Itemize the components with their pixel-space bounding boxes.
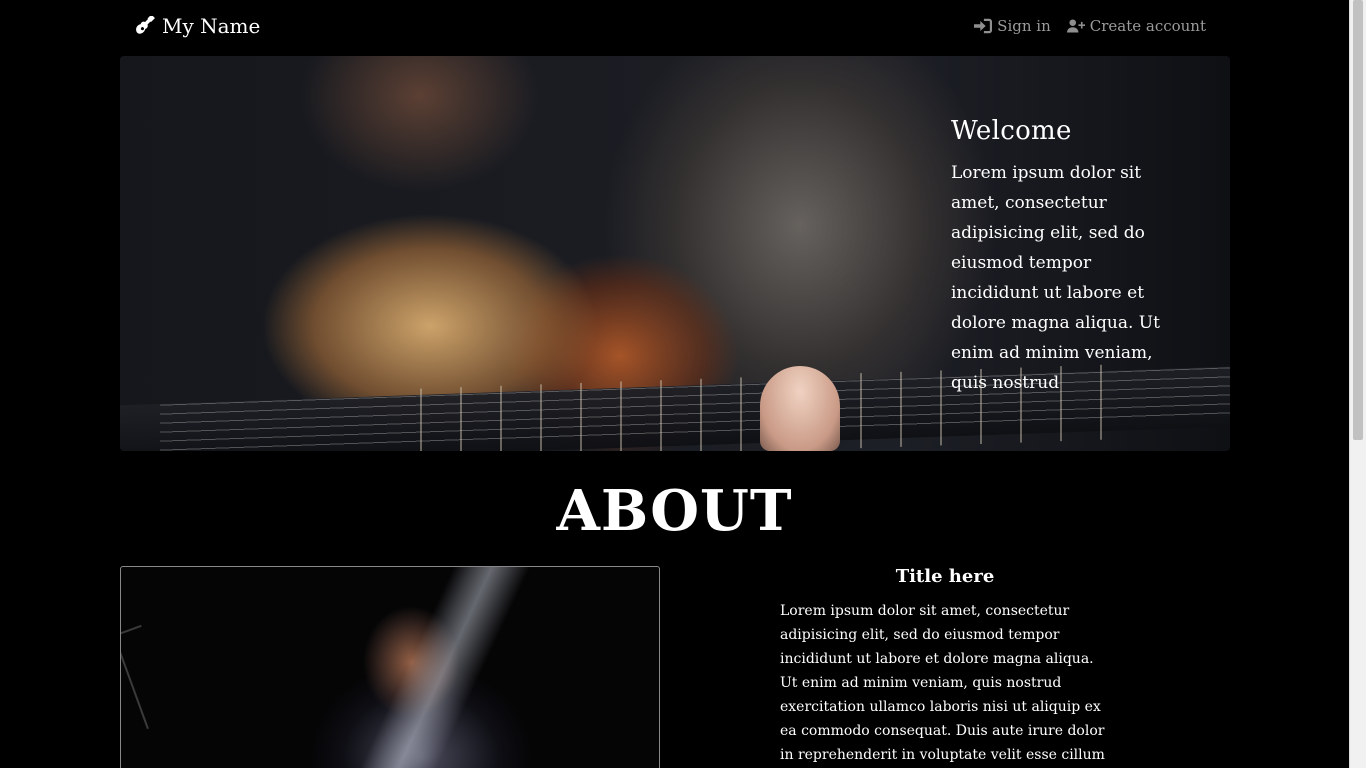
hero-banner: Welcome Lorem ipsum dolor sit amet, cons… xyxy=(120,56,1230,451)
sign-in-label: Sign in xyxy=(997,17,1051,35)
about-text-block: Title here Lorem ipsum dolor sit amet, c… xyxy=(780,566,1110,768)
hero-caption: Welcome Lorem ipsum dolor sit amet, cons… xyxy=(951,116,1181,398)
about-body: Lorem ipsum dolor sit amet, consectetur … xyxy=(780,603,1105,763)
scrollbar-thumb[interactable] xyxy=(1353,0,1363,440)
about-heading: ABOUT xyxy=(556,478,793,544)
about-photo-mic-stand xyxy=(121,624,176,730)
hero-title: Welcome xyxy=(951,116,1072,146)
about-photo xyxy=(120,566,660,768)
nav-links: Sign in Create account xyxy=(974,17,1206,35)
sign-in-link[interactable]: Sign in xyxy=(974,17,1051,35)
create-account-link[interactable]: Create account xyxy=(1066,17,1206,35)
brand-link[interactable]: My Name xyxy=(135,14,260,38)
hero-body: Lorem ipsum dolor sit amet, consectetur … xyxy=(951,163,1160,393)
brand-name: My Name xyxy=(162,14,261,38)
hero-image-hand xyxy=(760,366,840,451)
navbar: My Name Sign in Create account xyxy=(0,0,1349,56)
about-title: Title here xyxy=(895,566,995,587)
guitar-icon xyxy=(136,15,155,34)
user-plus-icon xyxy=(1066,19,1085,33)
vertical-scrollbar[interactable] xyxy=(1349,0,1366,768)
sign-in-icon xyxy=(974,18,993,34)
create-account-label: Create account xyxy=(1089,17,1206,35)
